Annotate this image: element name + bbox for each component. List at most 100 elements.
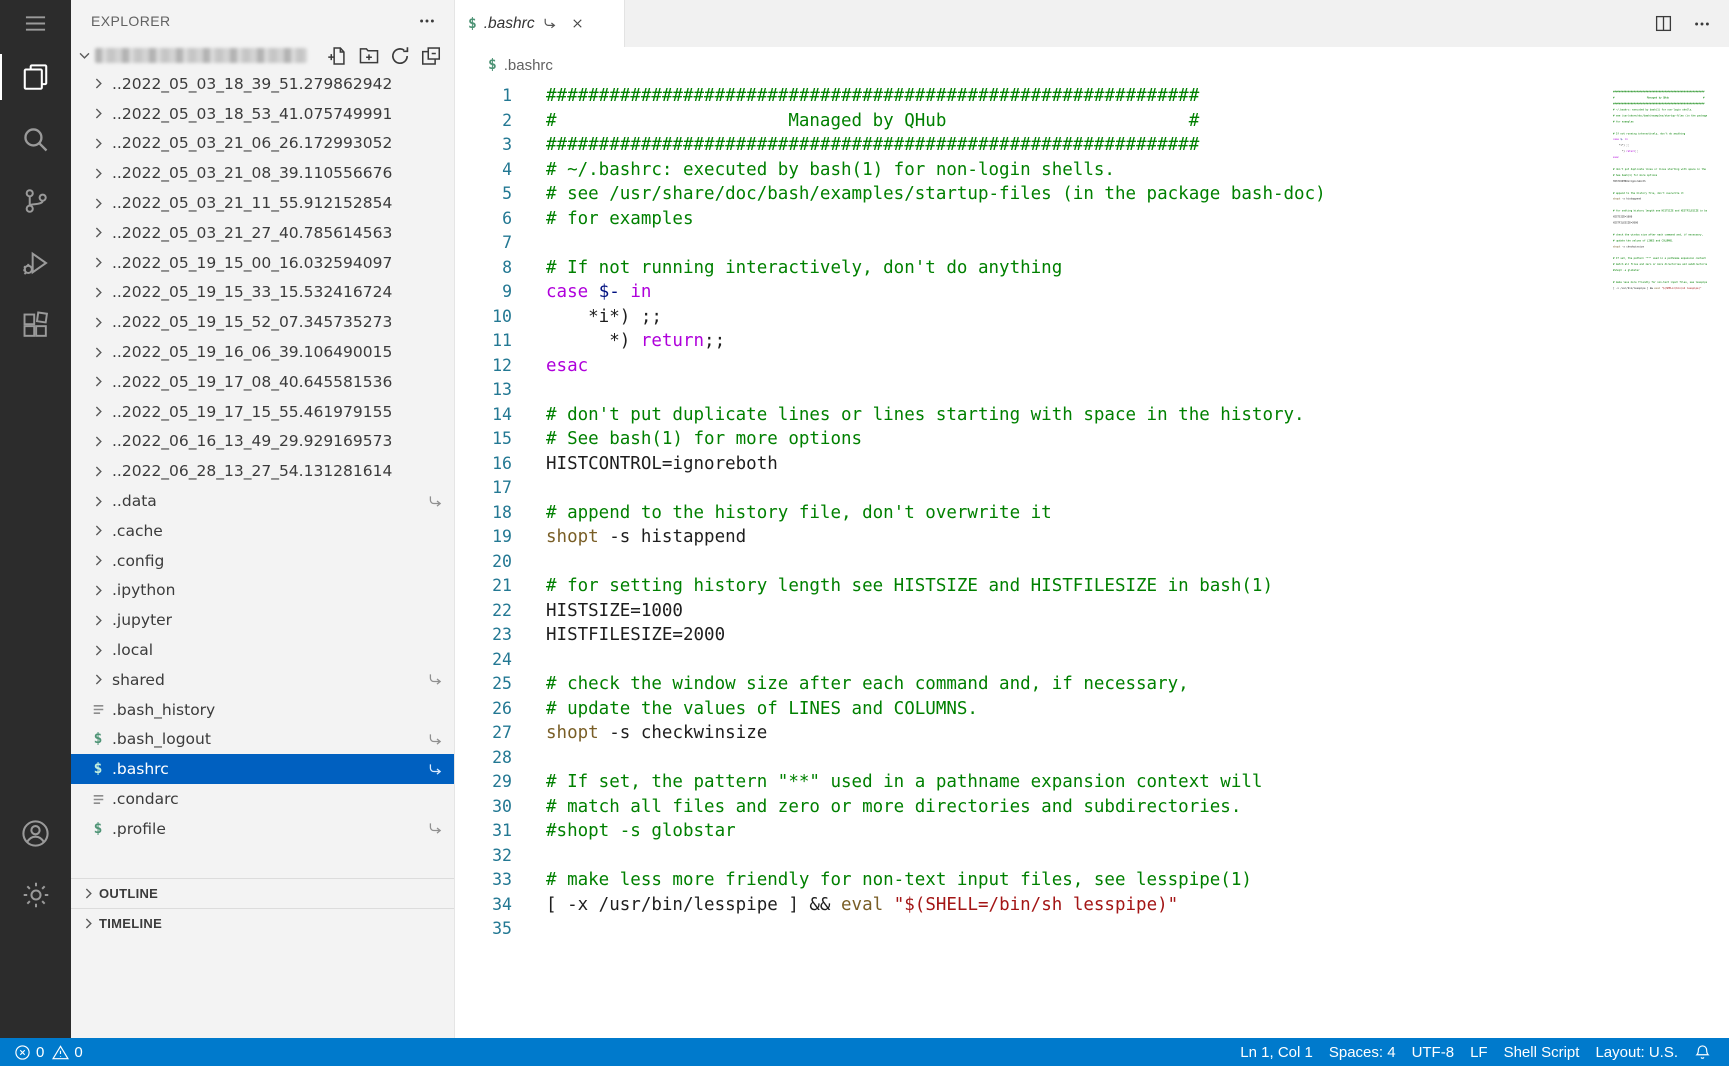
- chevron-right-icon: [89, 224, 107, 241]
- code-line-17[interactable]: 17: [455, 476, 1599, 501]
- status-eol[interactable]: LF: [1462, 1038, 1496, 1066]
- section-timeline[interactable]: TIMELINE: [71, 908, 454, 938]
- activity-item-extensions[interactable]: [0, 294, 71, 356]
- tree-item-local[interactable]: .local: [71, 635, 454, 665]
- code-editor[interactable]: 1#######################################…: [455, 83, 1729, 1038]
- tree-item-2022-05-03-21-11-55-912152854[interactable]: ..2022_05_03_21_11_55.912152854: [71, 188, 454, 218]
- tree-item-2022-05-19-15-00-16-032594097[interactable]: ..2022_05_19_15_00_16.032594097: [71, 248, 454, 278]
- code-line-33[interactable]: 33# make less more friendly for non-text…: [455, 868, 1599, 893]
- status-problems-warnings[interactable]: 0: [48, 1038, 86, 1066]
- code-line-30[interactable]: 30# match all files and zero or more dir…: [455, 795, 1599, 820]
- code-line-27[interactable]: 27shopt -s checkwinsize: [455, 721, 1599, 746]
- split-editor-icon[interactable]: [1652, 13, 1674, 35]
- tree-item-bashrc[interactable]: $.bashrc: [71, 754, 454, 784]
- tree-item-ipython[interactable]: .ipython: [71, 576, 454, 606]
- minimap[interactable]: ########################################…: [1613, 89, 1707, 304]
- tree-item-2022-06-16-13-49-29-929169573[interactable]: ..2022_06_16_13_49_29.929169573: [71, 427, 454, 457]
- code-line-6[interactable]: 6# for examples: [455, 207, 1599, 232]
- code-line-9[interactable]: 9case $- in: [455, 280, 1599, 305]
- tab-bashrc[interactable]: $ .bashrc: [455, 0, 625, 47]
- editor-more-actions-icon[interactable]: [1691, 13, 1713, 35]
- section-outline[interactable]: OUTLINE: [71, 878, 454, 908]
- code-line-16[interactable]: 16HISTCONTROL=ignoreboth: [455, 452, 1599, 477]
- new-folder-icon[interactable]: [358, 45, 380, 67]
- code-line-23[interactable]: 23HISTFILESIZE=2000: [455, 623, 1599, 648]
- code-line-28[interactable]: 28: [455, 746, 1599, 771]
- tree-item-2022-05-03-21-06-26-172993052[interactable]: ..2022_05_03_21_06_26.172993052: [71, 129, 454, 159]
- code-line-21[interactable]: 21# for setting history length see HISTS…: [455, 574, 1599, 599]
- activity-item-settings[interactable]: [0, 864, 71, 926]
- code-line-24[interactable]: 24: [455, 648, 1599, 673]
- status-problems-errors[interactable]: 0: [10, 1038, 48, 1066]
- activity-item-run-debug[interactable]: [0, 232, 71, 294]
- code-line-3[interactable]: 3#######################################…: [455, 133, 1599, 158]
- code-line-12[interactable]: 12esac: [455, 354, 1599, 379]
- tree-item-data[interactable]: ..data: [71, 486, 454, 516]
- project-root-row[interactable]: [71, 42, 454, 69]
- tree-item-2022-05-03-21-08-39-110556676[interactable]: ..2022_05_03_21_08_39.110556676: [71, 158, 454, 188]
- code-line-14[interactable]: 14# don't put duplicate lines or lines s…: [455, 403, 1599, 428]
- code-line-22[interactable]: 22HISTSIZE=1000: [455, 599, 1599, 624]
- code-line-5[interactable]: 5# see /usr/share/doc/bash/examples/star…: [455, 182, 1599, 207]
- tree-item-2022-05-03-18-53-41-075749991[interactable]: ..2022_05_03_18_53_41.075749991: [71, 99, 454, 129]
- status-indentation[interactable]: Spaces: 4: [1321, 1038, 1404, 1066]
- tree-item-config[interactable]: .config: [71, 546, 454, 576]
- tree-item-2022-06-28-13-27-54-131281614[interactable]: ..2022_06_28_13_27_54.131281614: [71, 456, 454, 486]
- activity-item-menu[interactable]: [0, 0, 71, 46]
- tree-item-cache[interactable]: .cache: [71, 516, 454, 546]
- tree-item-2022-05-03-21-27-40-785614563[interactable]: ..2022_05_03_21_27_40.785614563: [71, 218, 454, 248]
- new-file-icon[interactable]: [327, 45, 349, 67]
- tree-item-2022-05-19-15-52-07-345735273[interactable]: ..2022_05_19_15_52_07.345735273: [71, 307, 454, 337]
- code-line-19[interactable]: 19shopt -s histappend: [455, 525, 1599, 550]
- status-cursor-position[interactable]: Ln 1, Col 1: [1232, 1038, 1321, 1066]
- activity-item-explorer[interactable]: [0, 46, 71, 108]
- code-line-4[interactable]: 4# ~/.bashrc: executed by bash(1) for no…: [455, 158, 1599, 183]
- code-line-7[interactable]: 7: [455, 231, 1599, 256]
- activity-item-account[interactable]: [0, 802, 71, 864]
- tree-item-condarc[interactable]: .condarc: [71, 784, 454, 814]
- status-language-mode[interactable]: Shell Script: [1496, 1038, 1588, 1066]
- code-line-31[interactable]: 31#shopt -s globstar: [455, 819, 1599, 844]
- tree-item-bash-history[interactable]: .bash_history: [71, 695, 454, 725]
- tree-item-2022-05-19-17-08-40-645581536[interactable]: ..2022_05_19_17_08_40.645581536: [71, 367, 454, 397]
- code-line-29[interactable]: 29# If set, the pattern "**" used in a p…: [455, 770, 1599, 795]
- tree-item-2022-05-19-16-06-39-106490015[interactable]: ..2022_05_19_16_06_39.106490015: [71, 337, 454, 367]
- explorer-more-actions-icon[interactable]: [416, 10, 438, 32]
- code-line-26[interactable]: 26# update the values of LINES and COLUM…: [455, 697, 1599, 722]
- chevron-right-icon: [89, 314, 107, 331]
- tree-item-2022-05-03-18-39-51-279862942[interactable]: ..2022_05_03_18_39_51.279862942: [71, 69, 454, 99]
- symlink-icon: [427, 671, 444, 688]
- code-line-11[interactable]: 11 *) return;;: [455, 329, 1599, 354]
- tree-item-shared[interactable]: shared: [71, 665, 454, 695]
- tree-item-profile[interactable]: $.profile: [71, 814, 454, 844]
- code-line-13[interactable]: 13: [455, 378, 1599, 403]
- activity-item-source-control[interactable]: [0, 170, 71, 232]
- status-notifications[interactable]: [1686, 1038, 1719, 1066]
- code-line-15[interactable]: 15# See bash(1) for more options: [455, 427, 1599, 452]
- code-line-1[interactable]: 1#######################################…: [455, 84, 1599, 109]
- symlink-icon: [427, 761, 444, 778]
- line-number: 24: [455, 648, 512, 673]
- close-icon[interactable]: [569, 15, 587, 33]
- tree-item-2022-05-19-17-15-55-461979155[interactable]: ..2022_05_19_17_15_55.461979155: [71, 397, 454, 427]
- status-keyboard-layout[interactable]: Layout: U.S.: [1587, 1038, 1686, 1066]
- collapse-all-icon[interactable]: [420, 45, 442, 67]
- code-line-25[interactable]: 25# check the window size after each com…: [455, 672, 1599, 697]
- code-line-2[interactable]: 2# Managed by QHub #: [455, 109, 1599, 134]
- code-line-8[interactable]: 8# If not running interactively, don't d…: [455, 256, 1599, 281]
- editor-group: $ .bashrc $ .bashrc 1###################…: [455, 0, 1729, 1038]
- refresh-icon[interactable]: [389, 45, 411, 67]
- code-line-18[interactable]: 18# append to the history file, don't ov…: [455, 501, 1599, 526]
- breadcrumb[interactable]: $ .bashrc: [455, 47, 1729, 83]
- code-line-35[interactable]: 35: [455, 917, 1599, 942]
- tree-item-jupyter[interactable]: .jupyter: [71, 605, 454, 635]
- vscode-window: EXPLORER ..2022_05_03_18_39_51.279862942…: [0, 0, 1729, 1066]
- code-line-10[interactable]: 10 *i*) ;;: [455, 305, 1599, 330]
- code-line-20[interactable]: 20: [455, 550, 1599, 575]
- code-line-34[interactable]: 34[ -x /usr/bin/lesspipe ] && eval "$(SH…: [455, 893, 1599, 918]
- tree-item-2022-05-19-15-33-15-532416724[interactable]: ..2022_05_19_15_33_15.532416724: [71, 278, 454, 308]
- code-line-32[interactable]: 32: [455, 844, 1599, 869]
- activity-item-search[interactable]: [0, 108, 71, 170]
- tree-item-bash-logout[interactable]: $.bash_logout: [71, 725, 454, 755]
- status-encoding[interactable]: UTF-8: [1404, 1038, 1463, 1066]
